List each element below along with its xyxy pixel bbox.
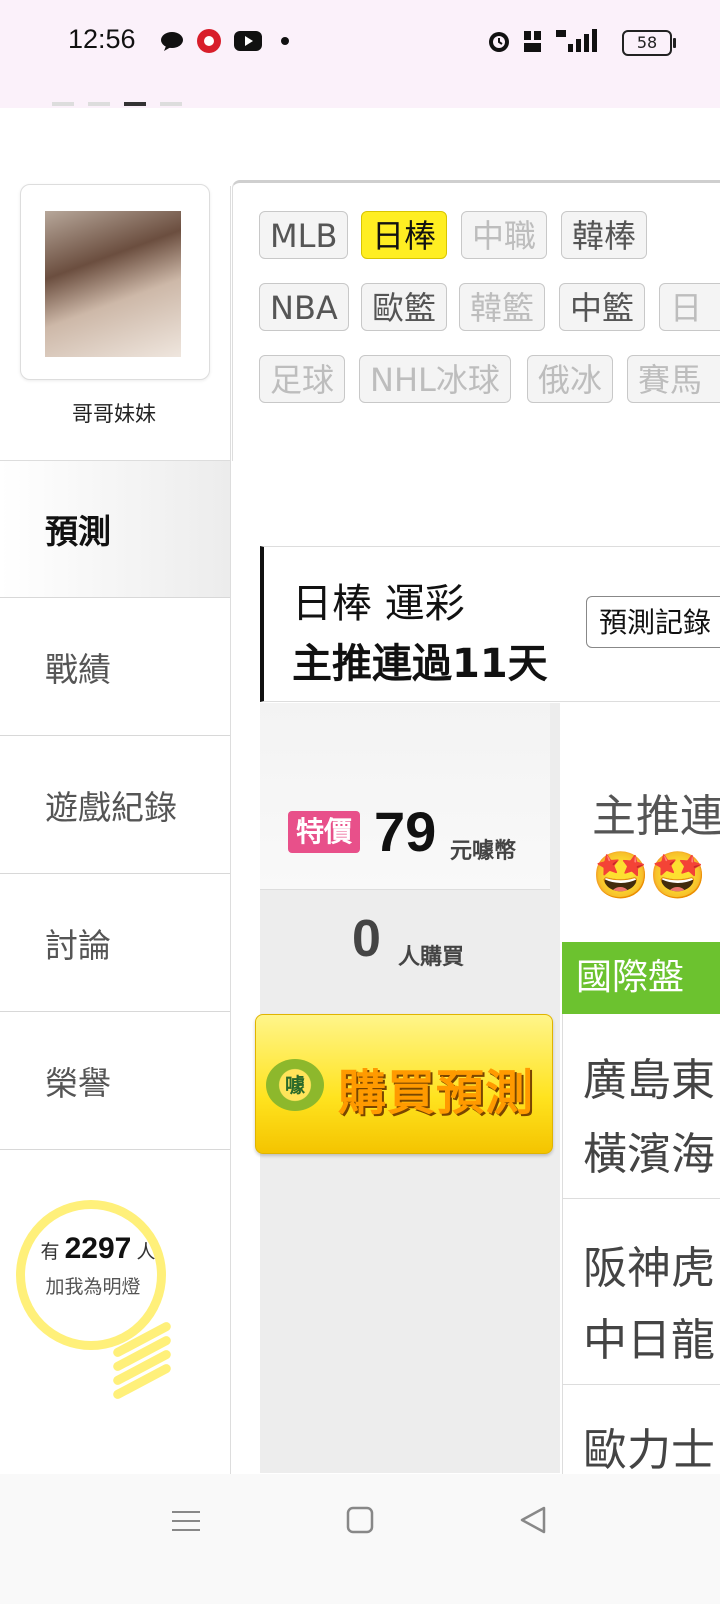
tag-mlb[interactable]: MLB <box>259 211 349 259</box>
tag-nhl[interactable]: NHL冰球 <box>359 355 511 403</box>
star-eyes-emoji-icon: 🤩🤩 <box>592 848 707 902</box>
tag-japan-basketball[interactable]: 日 <box>659 283 720 331</box>
team-away: 中日龍 <box>583 1315 715 1366</box>
app-notification-icon <box>196 28 222 54</box>
games-list: 廣島東 橫濱海 阪神虎 中日龍 歐力士 <box>562 1014 720 1476</box>
sidebar-item-label: 預測 <box>45 512 111 551</box>
tag-soccer[interactable]: 足球 <box>259 355 346 403</box>
coin-icon: 噱 <box>266 1059 324 1111</box>
clock: 12:56 <box>68 24 136 54</box>
price-value: 79 <box>374 800 437 863</box>
team-home: 阪神虎 <box>583 1243 715 1294</box>
tag-kbo[interactable]: 韓棒 <box>561 211 648 259</box>
tag-npb[interactable]: 日棒 <box>361 211 448 259</box>
tag-khl[interactable]: 俄冰 <box>527 355 614 403</box>
fans-suffix: 人 <box>136 1241 156 1263</box>
team-home: 廣島東 <box>583 1055 715 1106</box>
prediction-title: 日棒 運彩 <box>292 581 465 627</box>
profile-name: 哥哥妹妹 <box>72 402 156 426</box>
signal-4g-icon <box>554 28 598 54</box>
volte-icon <box>522 28 544 54</box>
tag-horse-racing[interactable]: 賽馬 <box>627 355 720 403</box>
buy-prediction-button[interactable]: 噱 購買預測 <box>255 1014 553 1154</box>
chat-bubble-icon <box>160 28 184 54</box>
buyers-count: 0 <box>352 910 381 968</box>
menu-icon[interactable] <box>170 1504 210 1544</box>
fans-number: 2297 <box>64 1232 132 1265</box>
sidebar-item-predict[interactable]: 預測 <box>0 460 230 598</box>
sidebar-item-label: 榮譽 <box>45 1063 111 1103</box>
prediction-record-button[interactable]: 預測記錄 <box>586 596 720 648</box>
tag-nba[interactable]: NBA <box>259 283 349 331</box>
fans-count: 有 2297 人 <box>28 1232 168 1266</box>
buy-prediction-label: 購買預測 <box>338 1065 535 1121</box>
follow-caption[interactable]: 加我為明燈 <box>28 1272 158 1299</box>
fans-prefix: 有 <box>40 1241 60 1263</box>
battery-indicator: 58 <box>622 30 676 56</box>
more-notifications-dot-icon <box>280 28 290 54</box>
price-row: 特價 79 元噱幣 <box>260 703 550 890</box>
avatar[interactable] <box>41 207 185 361</box>
system-nav-bar <box>0 1474 720 1604</box>
buyers-label: 人購買 <box>398 945 465 970</box>
sidebar-item-record[interactable]: 戰績 <box>0 598 230 736</box>
prediction-description: 主推連 <box>592 791 720 842</box>
tag-china-basketball[interactable]: 中籃 <box>559 283 646 331</box>
prediction-streak: 主推連過11天 <box>292 641 548 687</box>
lightbulb-base-icon <box>110 1320 174 1401</box>
tag-korea-basketball[interactable]: 韓籃 <box>459 283 546 331</box>
team-home: 歐力士 <box>583 1425 715 1476</box>
sport-tags-panel: MLB 日棒 中職 韓棒 NBA 歐籃 韓籃 中籃 日 足球 NHL冰球 俄冰 … <box>232 180 720 461</box>
sidebar-item-discussion[interactable]: 討論 <box>0 874 230 1012</box>
sidebar-item-honor[interactable]: 榮譽 <box>0 1012 230 1150</box>
game-row[interactable]: 阪神虎 中日龍 <box>563 1198 720 1385</box>
sidebar-item-label: 遊戲紀錄 <box>45 787 177 827</box>
sidebar-item-label: 戰績 <box>45 649 111 689</box>
team-away: 橫濱海 <box>583 1129 715 1180</box>
tag-euro-basketball[interactable]: 歐籃 <box>361 283 448 331</box>
price-unit: 元噱幣 <box>450 839 517 864</box>
game-row[interactable]: 廣島東 橫濱海 <box>563 1014 720 1199</box>
home-icon[interactable] <box>344 1504 384 1544</box>
status-bar: 12:56 58 <box>0 0 720 108</box>
alarm-icon <box>486 28 512 54</box>
page-indicator <box>52 102 182 106</box>
avatar-card[interactable] <box>20 184 210 380</box>
tag-cpbl[interactable]: 中職 <box>461 211 548 259</box>
back-icon[interactable] <box>518 1504 558 1544</box>
sidebar-item-game-history[interactable]: 遊戲紀錄 <box>0 736 230 874</box>
column-divider <box>230 186 231 1476</box>
tab-international-odds[interactable]: 國際盤 <box>562 942 720 1014</box>
sidebar-item-label: 討論 <box>45 925 111 965</box>
game-row[interactable]: 歐力士 <box>563 1384 720 1476</box>
special-price-badge: 特價 <box>288 811 360 853</box>
youtube-icon <box>234 28 262 54</box>
